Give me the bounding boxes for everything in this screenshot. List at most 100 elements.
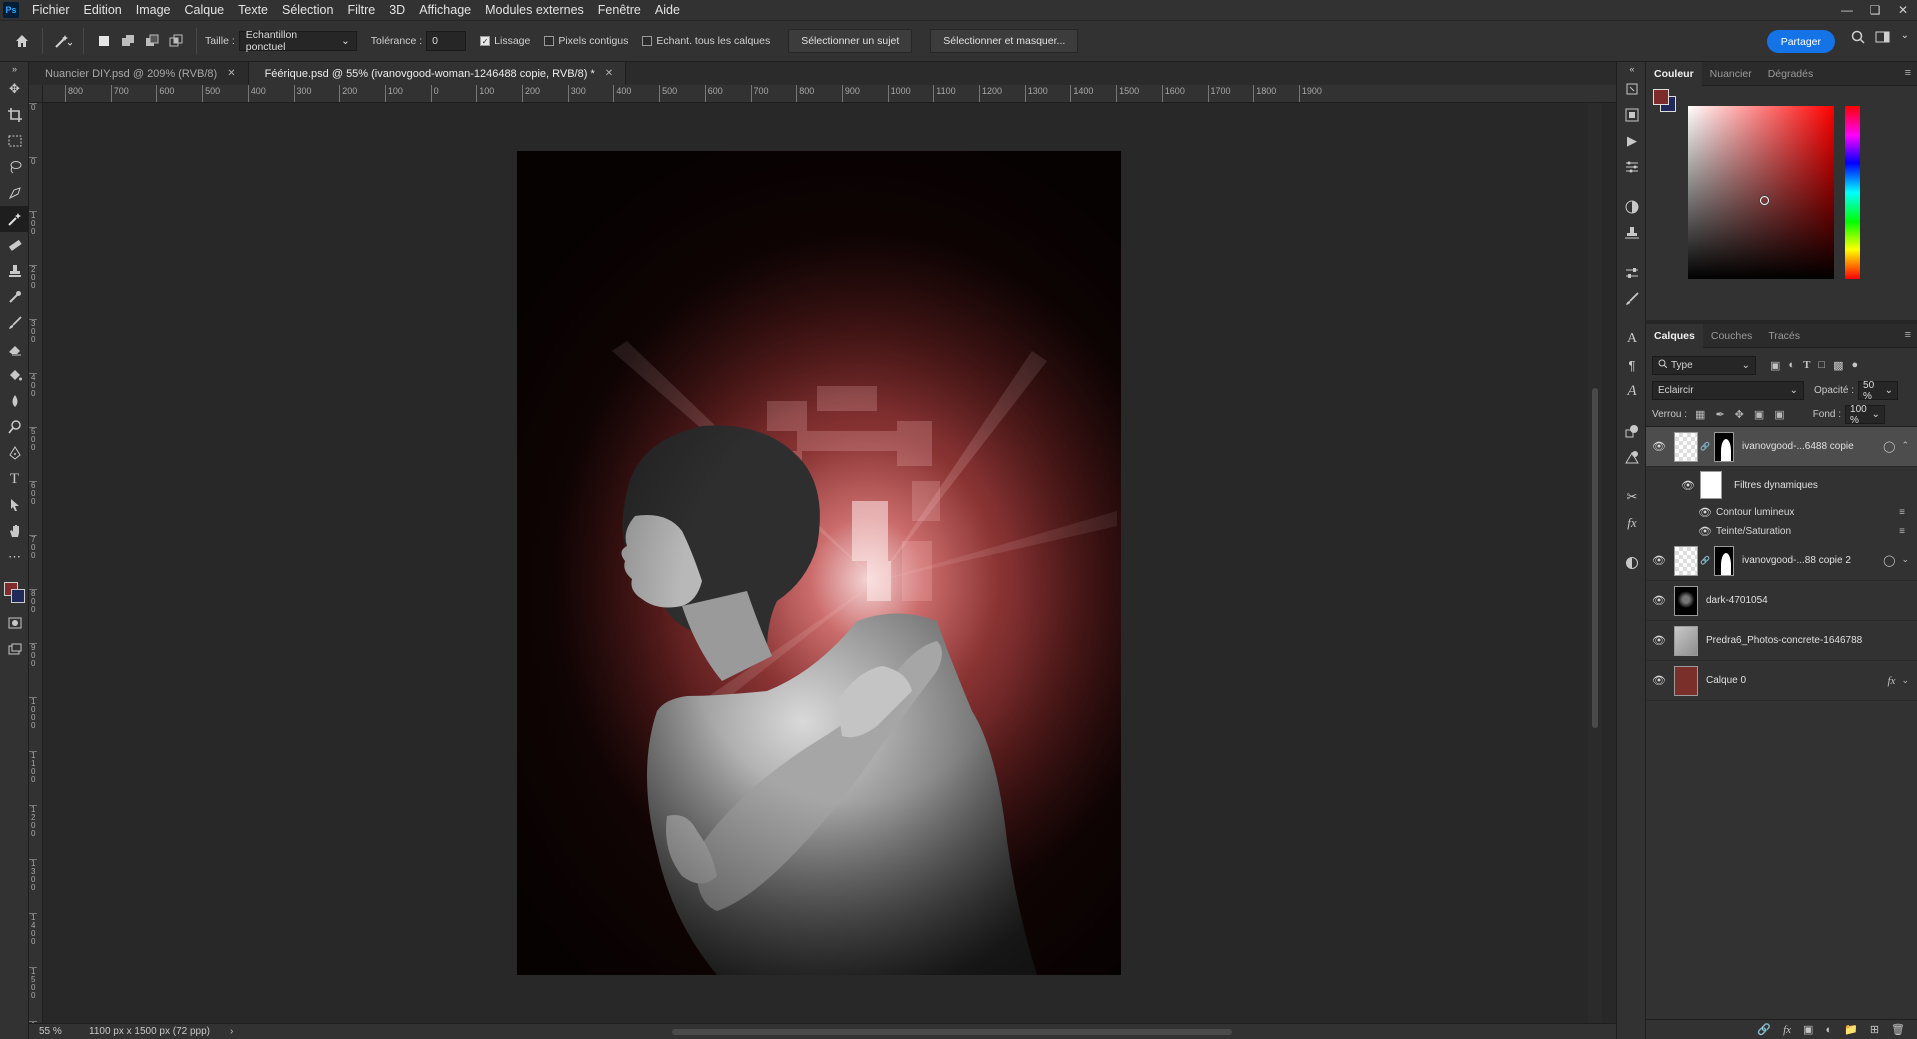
blur-tool-icon[interactable] <box>0 388 29 414</box>
color-picker-cursor[interactable] <box>1760 196 1769 205</box>
menu-fichier[interactable]: Fichier <box>25 3 77 17</box>
add-layer-style-icon[interactable]: fx <box>1783 1024 1791 1036</box>
layer-row[interactable]: 👁 Calque 0 fx ⌄ <box>1646 661 1917 701</box>
minimize-icon[interactable]: — <box>1833 0 1861 20</box>
foreground-color-swatch[interactable] <box>1653 89 1669 105</box>
horizontal-ruler[interactable]: 800 700 600 500 400 300 200 100 0 100 200 300 400 500… <box>43 85 1616 103</box>
eye-icon[interactable]: 👁 <box>1698 506 1712 519</box>
layer-kind-filter-select[interactable]: Type ⌄ <box>1652 355 1756 375</box>
horizontal-scrollbar[interactable] <box>307 1028 1607 1036</box>
menu-calque[interactable]: Calque <box>178 3 232 17</box>
styles-fx-icon[interactable]: fx <box>1617 510 1647 536</box>
tools-preset-icon[interactable]: ✂ <box>1617 484 1647 510</box>
blend-mode-select[interactable]: Eclaircir ⌄ <box>1652 381 1804 400</box>
new-selection-icon[interactable] <box>92 29 116 53</box>
more-tools-icon[interactable]: ⋯ <box>0 544 29 570</box>
eye-icon[interactable]: 👁 <box>1646 634 1672 647</box>
dodge-tool-icon[interactable] <box>0 414 29 440</box>
link-layers-icon[interactable]: 🔗 <box>1757 1023 1771 1036</box>
lock-image-icon[interactable]: ✒ <box>1715 408 1724 421</box>
share-button[interactable]: Partager <box>1766 30 1835 53</box>
filter-options-icon[interactable]: ≡ <box>1899 507 1905 518</box>
tab-feerique[interactable]: Féérique.psd @ 55% (ivanovgood-woman-124… <box>248 62 627 85</box>
menu-aide[interactable]: Aide <box>648 3 687 17</box>
panel-menu-icon[interactable]: ≡ <box>1905 67 1911 79</box>
pen-tool-icon[interactable] <box>0 440 29 466</box>
lock-all-icon[interactable]: ▣ <box>1774 408 1784 421</box>
scrollbar-thumb[interactable] <box>672 1029 1232 1035</box>
menu-fenetre[interactable]: Fenêtre <box>591 3 648 17</box>
filter-shape-icon[interactable]: □ <box>1818 359 1825 372</box>
eye-icon[interactable]: 👁 <box>1680 479 1696 492</box>
character-icon[interactable]: A <box>1617 326 1647 352</box>
history-icon[interactable] <box>1617 76 1647 102</box>
clone-source-icon[interactable] <box>1617 220 1647 246</box>
lasso-tool-icon[interactable] <box>0 154 29 180</box>
color-wheel-icon[interactable] <box>1617 194 1647 220</box>
shapes-icon[interactable] <box>1617 418 1647 444</box>
tab-couches[interactable]: Couches <box>1703 324 1760 348</box>
contiguous-checkbox[interactable]: Pixels contigus <box>544 35 628 47</box>
adjustments-icon[interactable] <box>1617 154 1647 180</box>
menu-filtre[interactable]: Filtre <box>340 3 382 17</box>
eraser-tool-icon[interactable] <box>0 336 29 362</box>
filter-adjustment-icon[interactable]: ◐ <box>1788 359 1795 372</box>
restore-icon[interactable]: ❏ <box>1861 0 1889 20</box>
marquee-tool-icon[interactable] <box>0 128 29 154</box>
menu-texte[interactable]: Texte <box>231 3 275 17</box>
tab-nuancier-diy[interactable]: Nuancier DIY.psd @ 209% (RVB/8) ✕ <box>29 62 249 85</box>
chevron-down-icon[interactable]: ⌄ <box>1901 30 1909 47</box>
close-icon[interactable]: ✕ <box>1889 0 1917 20</box>
saturation-brightness-field[interactable] <box>1688 106 1834 279</box>
eye-icon[interactable]: 👁 <box>1646 594 1672 607</box>
select-and-mask-button[interactable]: Sélectionner et masquer... <box>930 29 1079 53</box>
eye-icon[interactable]: 👁 <box>1698 525 1712 538</box>
tolerance-input[interactable]: 0 <box>426 31 467 51</box>
vertical-scrollbar[interactable] <box>1588 103 1602 1023</box>
link-icon[interactable]: 🔗 <box>1700 556 1710 565</box>
lock-artboard-icon[interactable]: ▣ <box>1754 408 1764 421</box>
filter-pixel-icon[interactable]: ▣ <box>1770 359 1780 372</box>
screen-mode-icon[interactable] <box>0 636 29 662</box>
color-swatches[interactable] <box>0 570 29 610</box>
panel-menu-icon[interactable]: ≡ <box>1905 329 1911 341</box>
collapse-icon[interactable]: « <box>1617 62 1647 76</box>
layer-row[interactable]: 👁 dark-4701054 <box>1646 581 1917 621</box>
quick-mask-icon[interactable] <box>0 610 29 636</box>
tab-nuancier[interactable]: Nuancier <box>1702 62 1760 86</box>
paragraph-icon[interactable]: ¶ <box>1617 352 1647 378</box>
hue-slider[interactable] <box>1845 106 1860 279</box>
search-icon[interactable] <box>1851 30 1865 47</box>
tab-degrades[interactable]: Dégradés <box>1760 62 1822 86</box>
chevron-right-icon[interactable]: › <box>230 1026 233 1037</box>
layer-name[interactable]: ivanovgood-...6488 copie <box>1742 441 1854 452</box>
tab-calques[interactable]: Calques <box>1646 323 1703 348</box>
add-selection-icon[interactable] <box>116 29 140 53</box>
filter-options-icon[interactable]: ≡ <box>1899 526 1905 537</box>
menu-modules-externes[interactable]: Modules externes <box>478 3 591 17</box>
layer-effects-fx-icon[interactable]: fx <box>1888 675 1896 687</box>
workspace-icon[interactable] <box>1875 30 1891 47</box>
chevron-down-icon[interactable]: ⌄ <box>1901 554 1909 567</box>
layer-name[interactable]: dark-4701054 <box>1706 595 1768 606</box>
filter-row[interactable]: 👁 Contour lumineux ≡ <box>1646 503 1917 522</box>
fill-input[interactable]: 100 % ⌄ <box>1845 404 1886 426</box>
type-tool-icon[interactable]: T <box>0 466 29 492</box>
vertical-ruler[interactable]: 001 0 02 0 03 0 04 0 05 0 06 0 07 0 08 0… <box>29 103 43 1023</box>
pen-selection-tool-icon[interactable] <box>0 180 29 206</box>
menu-3d[interactable]: 3D <box>382 3 412 17</box>
canvas-area[interactable] <box>43 103 1616 1023</box>
filter-type-icon[interactable]: T <box>1803 359 1810 372</box>
filter-toggle-icon[interactable]: ● <box>1851 359 1858 372</box>
new-adjustment-layer-icon[interactable]: ◐ <box>1825 1024 1832 1036</box>
layer-name[interactable]: Predra6_Photos-concrete-1646788 <box>1706 635 1862 646</box>
home-icon[interactable] <box>10 29 34 53</box>
brushes-icon[interactable] <box>1617 286 1647 312</box>
sample-size-select[interactable]: Echantillon ponctuel ⌄ <box>238 29 357 53</box>
layer-name[interactable]: ivanovgood-...88 copie 2 <box>1742 555 1851 566</box>
scrollbar-thumb[interactable] <box>1592 388 1598 728</box>
glyphs-icon[interactable]: A <box>1617 378 1647 404</box>
menu-edition[interactable]: Edition <box>77 3 129 17</box>
layer-name[interactable]: Calque 0 <box>1706 675 1746 686</box>
eyedropper-tool-icon[interactable] <box>0 284 29 310</box>
